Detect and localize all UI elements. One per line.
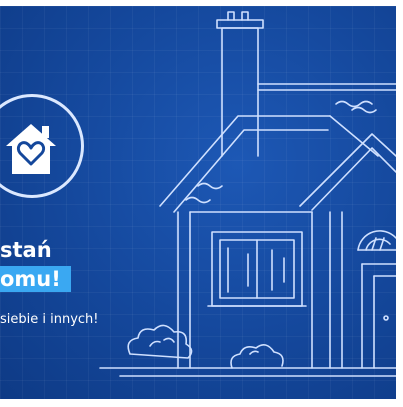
headline-line-2-highlight: omu! — [0, 266, 71, 292]
house-heart-icon — [6, 124, 56, 174]
headline-line-1: stań — [0, 238, 52, 262]
house-sketch-illustration — [99, 11, 396, 377]
campaign-banner: stań omu! siebie i innych! — [0, 6, 396, 399]
tagline: siebie i innych! — [0, 312, 99, 327]
